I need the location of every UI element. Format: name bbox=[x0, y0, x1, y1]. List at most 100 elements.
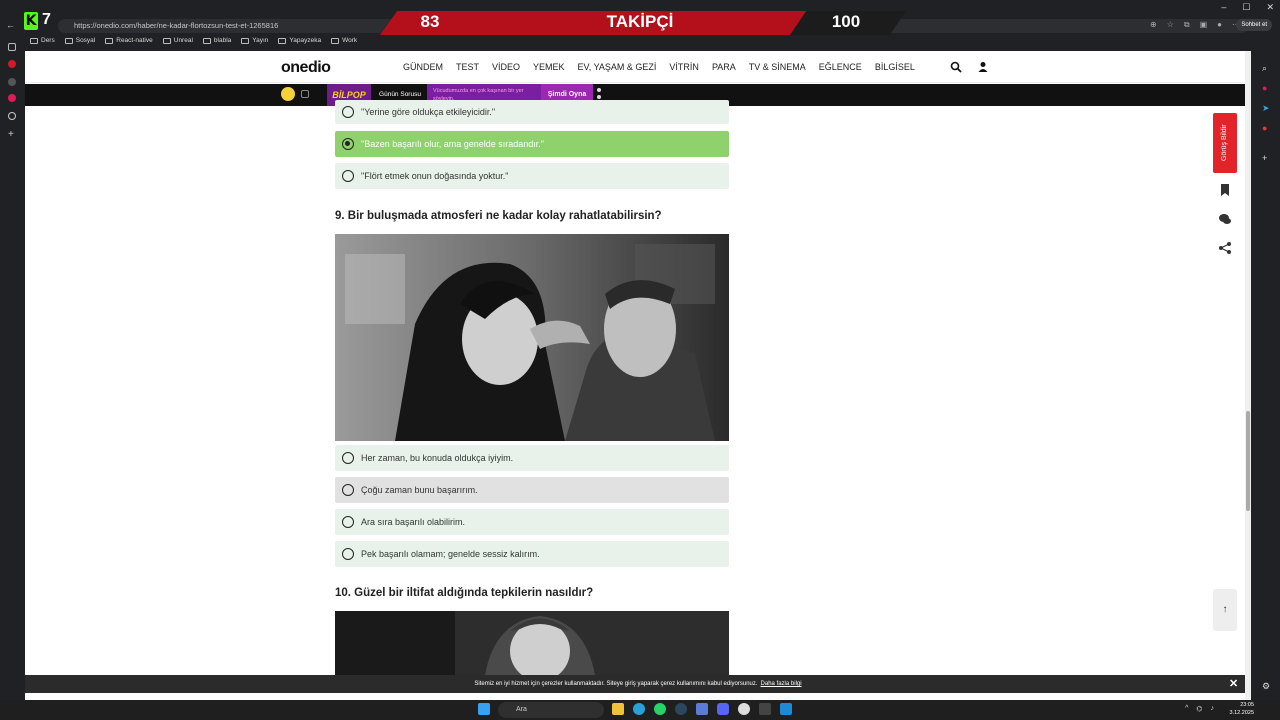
bookmark-label: Yapayzeka bbox=[289, 37, 322, 44]
bookmark-folder[interactable]: React-native bbox=[105, 37, 153, 44]
follower-goal: 100 bbox=[831, 12, 861, 31]
option-label: Pek başarılı olamam; genelde sessiz kalı… bbox=[361, 549, 540, 559]
scroll-to-top-button[interactable]: ↑ bbox=[1213, 589, 1237, 631]
add-icon[interactable]: + bbox=[1262, 154, 1270, 163]
quiz-option[interactable]: "Yerine göre oldukça etkileyicidir." bbox=[335, 100, 729, 124]
comments-icon[interactable] bbox=[1218, 212, 1232, 226]
chevron-up-icon[interactable]: ^ bbox=[1185, 705, 1188, 713]
close-icon[interactable]: ✕ bbox=[1229, 675, 1238, 693]
folder-icon bbox=[331, 37, 340, 44]
browser-right-sidebar bbox=[1251, 51, 1280, 700]
question-image bbox=[335, 611, 729, 675]
menu-item[interactable]: PARA bbox=[712, 62, 736, 72]
option-label: "Yerine göre oldukça etkileyicidir." bbox=[361, 107, 496, 117]
bookmark-folder[interactable]: Work bbox=[331, 37, 357, 44]
follower-label: TAKİPÇİ bbox=[606, 12, 674, 31]
bookmarks-list: Ders Sosyal React-native Unreal blabla Y… bbox=[30, 37, 357, 44]
whatsapp-icon[interactable] bbox=[654, 703, 666, 715]
menu-item[interactable]: TEST bbox=[456, 62, 479, 72]
history-icon[interactable] bbox=[8, 112, 16, 120]
vscode-icon[interactable] bbox=[780, 703, 792, 715]
menu-item[interactable]: VİTRİN bbox=[669, 62, 699, 72]
chrome-icon[interactable] bbox=[738, 703, 750, 715]
cookie-more-link[interactable]: Daha fazla bilgi bbox=[761, 681, 802, 687]
settings-icon[interactable]: ⚙ bbox=[1262, 682, 1270, 691]
search-icon[interactable]: ⌕ bbox=[1262, 64, 1270, 73]
taskbar-search[interactable]: Ara bbox=[498, 702, 604, 718]
menu-item[interactable]: YEMEK bbox=[533, 62, 565, 72]
app-icon[interactable] bbox=[8, 78, 16, 86]
network-icon[interactable]: ⌬ bbox=[1196, 705, 1202, 713]
quiz-option[interactable]: Ara sıra başarılı olabilirim. bbox=[335, 509, 729, 535]
send-icon[interactable]: ➤ bbox=[1262, 104, 1270, 113]
quiz-option[interactable]: Her zaman, bu konuda oldukça iyiyim. bbox=[335, 445, 729, 471]
option-label: Ara sıra başarılı olabilirim. bbox=[361, 517, 466, 527]
menu-item[interactable]: EĞLENCE bbox=[819, 62, 862, 72]
radio-icon bbox=[342, 548, 354, 560]
bookmark-icon[interactable] bbox=[1218, 183, 1232, 197]
volume-icon[interactable]: ♪ bbox=[1211, 705, 1215, 713]
question-title: 10. Güzel bir iltifat aldığında tepkiler… bbox=[335, 587, 594, 599]
menu-item[interactable]: GÜNDEM bbox=[403, 62, 443, 72]
radio-icon bbox=[342, 484, 354, 496]
menu-item[interactable]: EV, YAŞAM & GEZİ bbox=[578, 62, 657, 72]
option-label: "Bazen başarılı olur, ama genelde sırada… bbox=[361, 139, 545, 149]
app-icon[interactable]: ● bbox=[1262, 124, 1270, 133]
tabs-icon[interactable] bbox=[8, 43, 16, 51]
file-explorer-icon[interactable] bbox=[612, 703, 624, 715]
folder-icon bbox=[202, 37, 211, 44]
arrow-up-icon: ↑ bbox=[1222, 604, 1228, 615]
menu-item[interactable]: BİLGİSEL bbox=[875, 62, 915, 72]
bookmark-label: Ders bbox=[41, 37, 55, 44]
feedback-button[interactable]: Görüş Bildir bbox=[1213, 113, 1237, 173]
taskbar-apps bbox=[478, 703, 490, 715]
user-icon[interactable] bbox=[977, 61, 989, 73]
terminal-icon[interactable] bbox=[759, 703, 771, 715]
bookmark-label: blabla bbox=[213, 37, 232, 44]
search-icon[interactable] bbox=[950, 61, 962, 73]
app-icon[interactable] bbox=[8, 60, 16, 68]
radio-icon bbox=[342, 170, 354, 182]
discord-icon[interactable] bbox=[717, 703, 729, 715]
menu-item[interactable]: VİDEO bbox=[492, 62, 520, 72]
kick-logo: K bbox=[24, 12, 38, 30]
quiz-option-hovered[interactable]: Çoğu zaman bunu başarırım. bbox=[335, 477, 729, 503]
add-icon[interactable]: + bbox=[8, 129, 14, 140]
steam-icon[interactable] bbox=[675, 703, 687, 715]
menu-item[interactable]: TV & SİNEMA bbox=[749, 62, 806, 72]
windows-start-icon[interactable] bbox=[478, 703, 490, 715]
stream-overlay: K 7 83 TAKİPÇİ 100 bbox=[0, 4, 1280, 35]
quiz-option[interactable]: Pek başarılı olamam; genelde sessiz kalı… bbox=[335, 541, 729, 567]
share-icon[interactable] bbox=[1218, 241, 1232, 255]
bookmark-label: Work bbox=[342, 37, 358, 44]
app-icon[interactable] bbox=[696, 703, 708, 715]
app-icon[interactable] bbox=[8, 94, 16, 102]
site-header: onedio GÜNDEM TEST VİDEO YEMEK EV, YAŞAM… bbox=[25, 51, 1251, 83]
more-options-icon[interactable] bbox=[597, 88, 601, 99]
page-scrollbar[interactable] bbox=[1245, 51, 1251, 700]
bookmark-label: React-native bbox=[116, 37, 153, 44]
emoji-icon[interactable] bbox=[281, 87, 295, 101]
game-icon[interactable] bbox=[301, 90, 309, 98]
bookmark-folder[interactable]: Unreal bbox=[162, 37, 193, 44]
folder-icon bbox=[162, 37, 171, 44]
quiz-option[interactable]: "Flört etmek onun doğasında yoktur." bbox=[335, 163, 729, 189]
scrollbar-thumb[interactable] bbox=[1246, 411, 1250, 511]
edge-icon[interactable] bbox=[633, 703, 645, 715]
bookmark-folder[interactable]: Ders bbox=[30, 37, 55, 44]
bookmark-folder[interactable]: Yapayzeka bbox=[278, 37, 321, 44]
folder-icon bbox=[278, 37, 287, 44]
quiz-option-selected[interactable]: "Bazen başarılı olur, ama genelde sırada… bbox=[335, 131, 729, 157]
clock[interactable]: 23:05 3.12.2025 bbox=[1230, 701, 1254, 717]
app-icon[interactable]: ● bbox=[1262, 84, 1270, 93]
site-logo[interactable]: onedio bbox=[281, 59, 331, 77]
option-label: Çoğu zaman bunu başarırım. bbox=[361, 485, 478, 495]
radio-checked-icon bbox=[342, 138, 354, 150]
option-label: Her zaman, bu konuda oldukça iyiyim. bbox=[361, 453, 514, 463]
bookmark-folder[interactable]: Yayın bbox=[241, 37, 268, 44]
clock-time: 23:05 bbox=[1240, 702, 1254, 708]
bookmark-label: Sosyal bbox=[75, 37, 96, 44]
bookmark-folder[interactable]: blabla bbox=[202, 37, 232, 44]
bookmark-folder[interactable]: Sosyal bbox=[64, 37, 96, 44]
bookmark-label: Unreal bbox=[173, 37, 193, 44]
